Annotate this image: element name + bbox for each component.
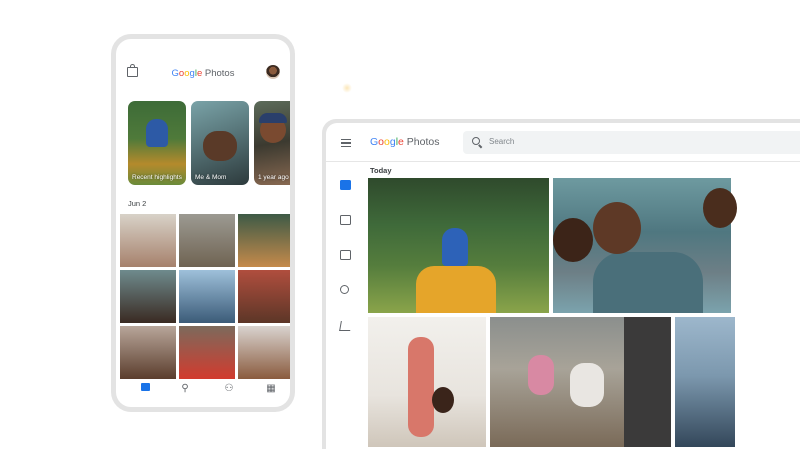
sidebar — [326, 162, 366, 442]
date-header: Jun 2 — [128, 199, 147, 208]
bottom-nav: ⚲ ⚇ ▦ — [116, 371, 290, 407]
top-bar: Google Photos Search — [326, 123, 800, 162]
photo-subject — [703, 188, 737, 228]
decorative-sparkle — [342, 83, 352, 93]
albums-icon[interactable] — [340, 215, 351, 225]
memory-label: Me & Mom — [195, 173, 227, 181]
photo-tile[interactable] — [368, 317, 486, 447]
photo-subject — [624, 317, 671, 447]
photo-thumbnail[interactable] — [120, 270, 176, 323]
photo-tile[interactable] — [675, 317, 735, 447]
logo-letter: G — [370, 136, 379, 148]
library-icon[interactable]: ▦ — [264, 383, 278, 394]
phone-header: Google Photos — [116, 39, 290, 91]
share-icon[interactable] — [340, 250, 351, 260]
photo-subject — [408, 337, 434, 437]
memory-label: 1 year ago — [258, 173, 289, 181]
photo-subject — [416, 266, 496, 313]
sharing-icon[interactable]: ⚇ — [222, 383, 236, 394]
photo-subject — [432, 387, 454, 413]
search-placeholder: Search — [489, 137, 515, 146]
photo-thumbnail[interactable] — [238, 214, 290, 267]
memory-label: Recent highlights — [132, 173, 182, 181]
app-logo[interactable]: Google Photos — [370, 136, 440, 148]
photo-subject — [442, 228, 468, 266]
photo-grid — [120, 214, 290, 379]
photo-tile[interactable] — [553, 178, 737, 313]
photos-icon[interactable] — [340, 180, 351, 190]
desktop-screen: Google Photos Search Today — [326, 123, 800, 449]
photo-subject — [593, 252, 703, 313]
logo-suffix: Photos — [202, 68, 235, 79]
desktop-mockup: Google Photos Search Today — [322, 119, 800, 449]
photo-thumbnail[interactable] — [120, 214, 176, 267]
memory-card[interactable]: Me & Mom — [191, 101, 249, 185]
phone-screen: Google Photos Recent highlights Me & Mom… — [116, 39, 290, 407]
photo-thumbnail[interactable] — [238, 270, 290, 323]
search-icon — [472, 137, 480, 145]
photo-subject — [593, 202, 641, 254]
photos-icon[interactable] — [138, 383, 152, 394]
photo-tile[interactable] — [368, 178, 549, 313]
print-store-icon[interactable] — [339, 321, 352, 331]
search-input[interactable]: Search — [463, 131, 800, 154]
memories-carousel: Recent highlights Me & Mom 1 year ago — [123, 101, 290, 187]
photo-subject — [203, 131, 237, 161]
memory-card[interactable]: Recent highlights — [128, 101, 186, 185]
photo-subject — [553, 218, 593, 262]
phone-mockup: Google Photos Recent highlights Me & Mom… — [111, 34, 295, 412]
avatar[interactable] — [266, 65, 280, 79]
logo-suffix: Photos — [403, 136, 440, 148]
photo-subject — [146, 119, 168, 147]
search-icon[interactable]: ⚲ — [178, 383, 192, 394]
photo-thumbnail[interactable] — [179, 214, 235, 267]
menu-icon[interactable] — [341, 139, 351, 147]
logo-letter: G — [171, 68, 179, 79]
photo-subject — [259, 113, 287, 123]
sharing-icon[interactable] — [340, 285, 349, 294]
memory-card[interactable]: 1 year ago — [254, 101, 290, 185]
photo-thumbnail[interactable] — [179, 270, 235, 323]
section-header: Today — [370, 166, 392, 175]
photo-tile[interactable] — [490, 317, 671, 447]
photo-subject — [570, 363, 604, 407]
photo-subject — [528, 355, 554, 395]
app-logo: Google Photos — [116, 68, 290, 79]
